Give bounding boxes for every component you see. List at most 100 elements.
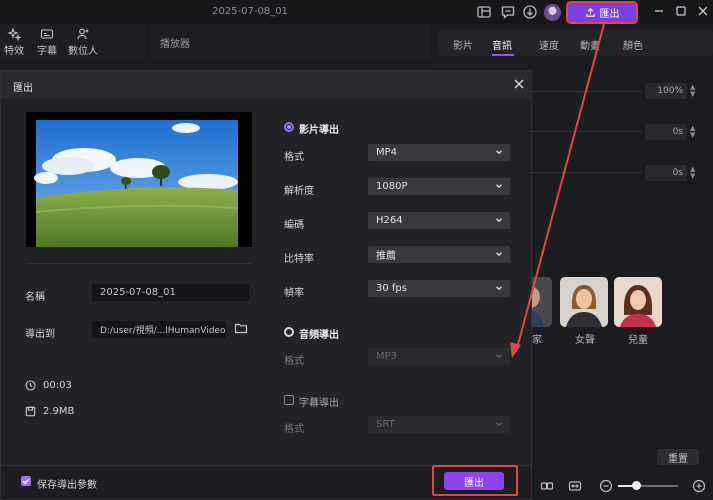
zoom-slider-handle[interactable]	[632, 481, 641, 490]
tool-digital-human[interactable]: 數位人	[68, 27, 98, 57]
video-export-title: 影片導出	[299, 125, 339, 136]
minimize-icon[interactable]	[652, 4, 668, 20]
subtitle-format-label: 格式	[284, 424, 304, 435]
voice-avatar-label: 家	[532, 335, 542, 346]
layout-icon[interactable]	[476, 4, 492, 20]
tool-effects[interactable]: 特效	[4, 27, 24, 57]
top-export-button[interactable]: 匯出	[566, 1, 638, 24]
subtitle-export-checkbox[interactable]	[284, 395, 294, 405]
subtitle-export-title: 字幕導出	[299, 398, 339, 409]
chevron-down-icon	[494, 249, 504, 259]
resolution-label: 解析度	[284, 186, 314, 197]
top-export-label: 匯出	[599, 9, 620, 20]
player-title: 播放器	[160, 39, 190, 50]
tab-animation[interactable]: 動畫	[580, 37, 600, 52]
duration-text: 00:03	[43, 380, 72, 391]
volume-field[interactable]: 100%	[645, 83, 687, 99]
tab-speed[interactable]: 速度	[539, 37, 559, 52]
voice-avatar-label: 兒童	[628, 335, 648, 346]
audio-format-label: 格式	[284, 356, 304, 367]
export-button[interactable]: 匯出	[444, 472, 504, 490]
fade-out-field[interactable]: 0s	[645, 165, 687, 181]
split-icon[interactable]	[540, 479, 554, 493]
frame-rate-value: 30 fps	[376, 283, 407, 294]
person-add-icon	[77, 28, 89, 40]
upload-icon	[585, 8, 595, 17]
audio-format-value: MP3	[376, 351, 398, 362]
video-export-radio[interactable]	[284, 122, 294, 132]
audio-export-radio[interactable]	[284, 327, 294, 337]
chevron-down-icon	[494, 419, 504, 429]
frame-rate-label: 幀率	[284, 288, 304, 299]
stepper-icon[interactable]: ▲ ▼	[690, 84, 700, 98]
chevron-down-icon	[494, 283, 504, 293]
chevron-down-icon	[494, 351, 504, 361]
format-value: MP4	[376, 147, 398, 158]
voice-avatar-card[interactable]	[614, 277, 662, 327]
bitrate-select[interactable]: 推薦	[368, 246, 510, 263]
folder-icon[interactable]	[234, 321, 248, 335]
slider-track[interactable]	[532, 172, 642, 173]
bitrate-label: 比特率	[284, 254, 314, 265]
tool-label: 數位人	[68, 46, 98, 57]
clock-icon	[25, 380, 36, 391]
zoom-in-icon[interactable]	[692, 479, 706, 493]
reset-button[interactable]: 重置	[657, 449, 699, 465]
stepper-icon[interactable]: ▲ ▼	[690, 166, 700, 180]
bitrate-value: 推薦	[376, 251, 396, 262]
audio-format-select[interactable]: MP3	[368, 348, 510, 365]
voice-avatar-label: 女聲	[575, 335, 595, 346]
tab-video[interactable]: 影片	[453, 37, 473, 52]
voice-avatar-card[interactable]	[560, 277, 608, 327]
sparkle-icon	[7, 27, 21, 41]
tool-label: 特效	[4, 46, 24, 57]
video-preview	[26, 112, 252, 247]
chevron-down-icon	[494, 215, 504, 225]
user-avatar[interactable]	[544, 4, 561, 21]
slider-track[interactable]	[532, 91, 642, 92]
active-tab-indicator	[492, 54, 514, 56]
download-icon[interactable]	[522, 4, 538, 20]
property-tabs	[438, 30, 713, 56]
export-path-input[interactable]: D:/user/視頻/...lHumanVideo	[92, 321, 226, 338]
save-params-checkbox[interactable]	[21, 476, 31, 486]
name-label: 名稱	[25, 292, 45, 303]
swap-icon[interactable]	[568, 479, 582, 493]
subtitle-icon	[40, 29, 54, 39]
frame-rate-select[interactable]: 30 fps	[368, 280, 510, 297]
chevron-down-icon	[494, 147, 504, 157]
dialog-title: 匯出	[13, 83, 33, 94]
feedback-icon[interactable]	[500, 4, 516, 20]
fade-in-field[interactable]: 0s	[645, 124, 687, 140]
resolution-select[interactable]: 1080P	[368, 178, 510, 195]
tab-color[interactable]: 顏色	[623, 37, 643, 52]
export-to-label: 導出到	[25, 329, 55, 340]
file-size-text: 2.9MB	[43, 406, 75, 417]
resolution-value: 1080P	[376, 181, 408, 192]
stepper-icon[interactable]: ▲ ▼	[690, 125, 700, 139]
save-disk-icon	[25, 406, 36, 417]
project-title: 2025-07-08_01	[212, 6, 288, 17]
encoder-select[interactable]: H264	[368, 212, 510, 229]
close-window-icon[interactable]	[696, 4, 712, 20]
encoder-label: 編碼	[284, 220, 304, 231]
tool-subtitles[interactable]: 字幕	[37, 27, 57, 57]
close-icon[interactable]	[512, 77, 526, 91]
slider-track[interactable]	[532, 131, 642, 132]
subtitle-format-value: SRT	[376, 419, 395, 430]
divider	[26, 263, 252, 264]
encoder-value: H264	[376, 215, 403, 226]
player-header: 播放器	[150, 24, 430, 60]
name-input[interactable]: 2025-07-08_01	[92, 284, 249, 301]
audio-export-title: 音頻導出	[299, 330, 339, 341]
tool-label: 字幕	[37, 46, 57, 57]
format-label: 格式	[284, 152, 304, 163]
tab-audio[interactable]: 音訊	[492, 37, 512, 52]
subtitle-format-select[interactable]: SRT	[368, 416, 510, 433]
save-params-label: 保存導出參數	[37, 480, 97, 491]
checkmark-icon	[22, 478, 30, 485]
format-select[interactable]: MP4	[368, 144, 510, 161]
zoom-out-icon[interactable]	[599, 479, 613, 493]
chevron-down-icon	[494, 181, 504, 191]
maximize-icon[interactable]	[674, 4, 690, 20]
